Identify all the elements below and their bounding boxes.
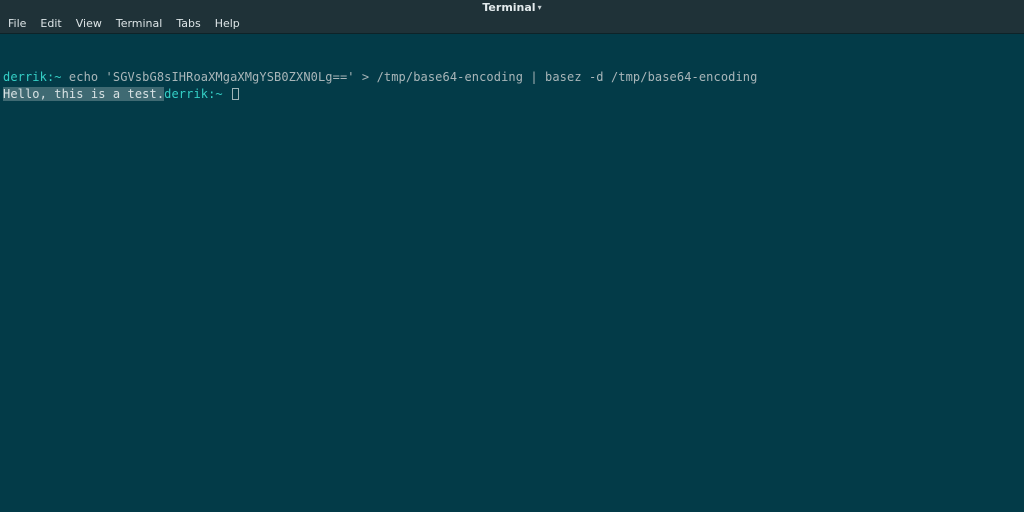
cursor-block bbox=[232, 88, 239, 100]
command-output: Hello, this is a test. bbox=[3, 87, 164, 101]
terminal-line-1: derrik:~ echo 'SGVsbG8sIHRoaXMgaXMgYSB0Z… bbox=[3, 69, 1021, 85]
menu-edit[interactable]: Edit bbox=[38, 16, 63, 33]
prompt: derrik:~ bbox=[3, 70, 62, 84]
menu-view[interactable]: View bbox=[74, 16, 104, 33]
menu-help[interactable]: Help bbox=[213, 16, 242, 33]
terminal-line-2: Hello, this is a test.derrik:~ bbox=[3, 86, 1021, 102]
menu-terminal[interactable]: Terminal bbox=[114, 16, 165, 33]
menu-tabs[interactable]: Tabs bbox=[174, 16, 202, 33]
menu-file[interactable]: File bbox=[6, 16, 28, 33]
chevron-down-icon: ▾ bbox=[538, 3, 542, 14]
menu-bar: File Edit View Terminal Tabs Help bbox=[0, 16, 1024, 34]
prompt: derrik:~ bbox=[164, 87, 223, 101]
window-title: Terminal bbox=[482, 1, 535, 16]
window-titlebar: Terminal ▾ bbox=[0, 0, 1024, 16]
command-text: echo 'SGVsbG8sIHRoaXMgaXMgYSB0ZXN0Lg==' … bbox=[62, 70, 758, 84]
terminal-area[interactable]: derrik:~ echo 'SGVsbG8sIHRoaXMgaXMgYSB0Z… bbox=[0, 34, 1024, 512]
